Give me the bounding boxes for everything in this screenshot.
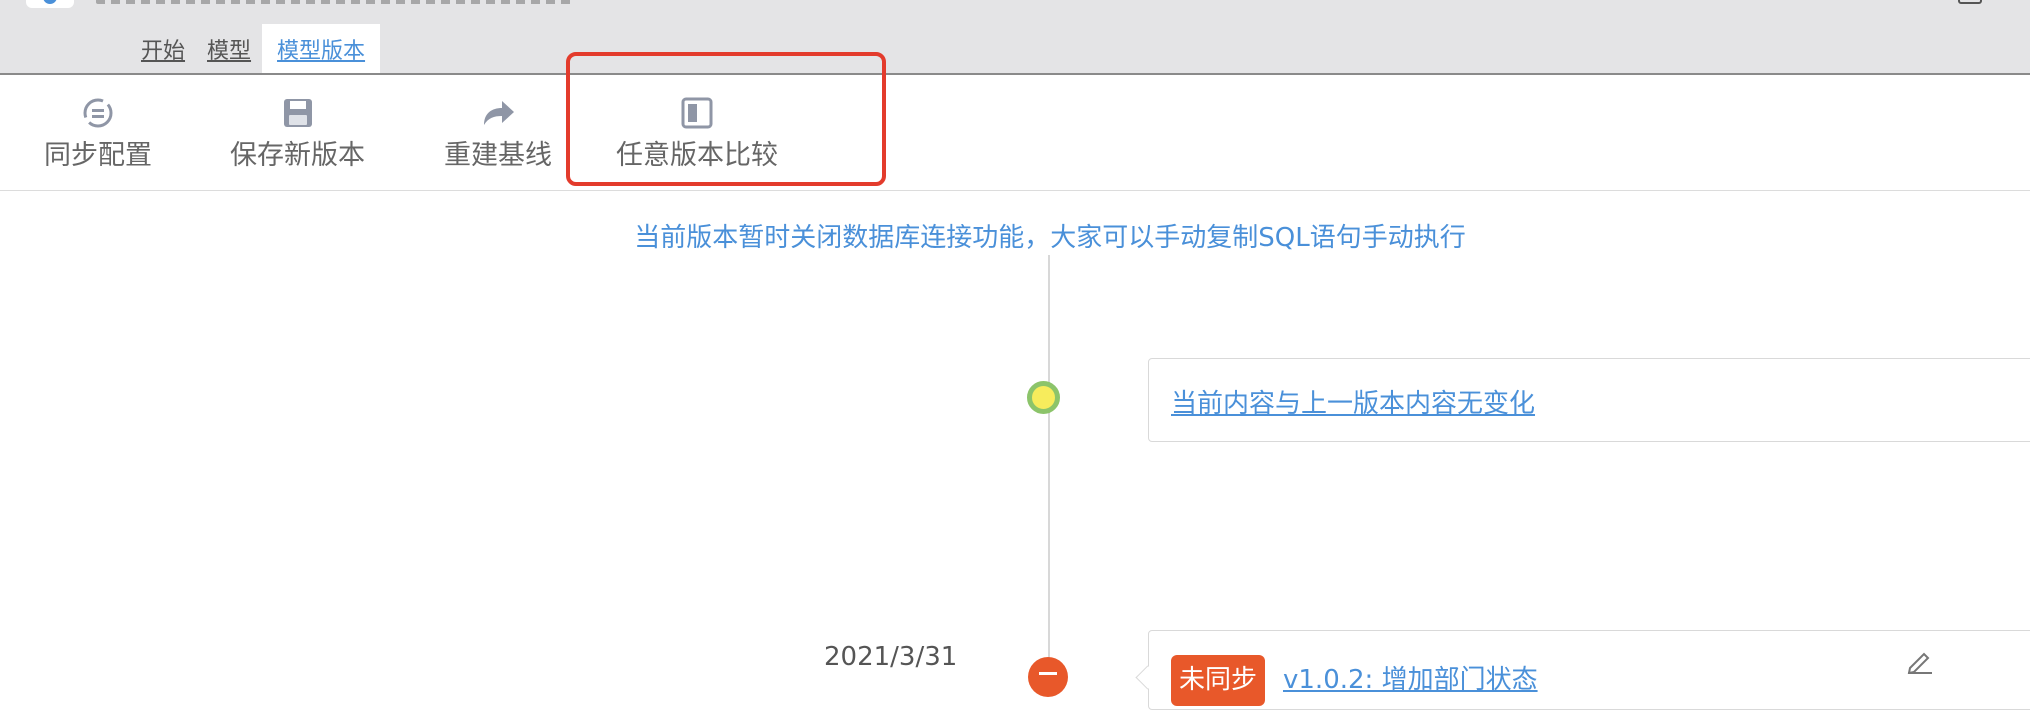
version-date: 2021/3/31 <box>824 642 958 672</box>
window-maximize-button[interactable] <box>1958 0 1982 4</box>
card-pointer <box>1135 665 1160 690</box>
status-badge: 未同步 <box>1171 655 1266 706</box>
sync-config-button[interactable]: 同步配置 <box>44 95 152 172</box>
save-new-version-label: 保存新版本 <box>230 140 365 171</box>
rebuild-baseline-button[interactable]: 重建基线 <box>444 95 552 172</box>
tab-model[interactable]: 模型 <box>196 24 262 73</box>
notice-text: 当前版本暂时关闭数据库连接功能，大家可以手动复制SQL语句手动执行 <box>634 223 1466 253</box>
title-tab-bar: 开始 模型 模型版本 <box>0 0 2030 75</box>
sync-config-label: 同步配置 <box>44 140 152 171</box>
ribbon-toolbar: 同步配置 保存新版本 重建基线 任意版本比较 <box>0 75 2030 191</box>
current-version-dot <box>1027 381 1060 414</box>
version-card: 未同步 v1.0.2: 增加部门状态 <box>1135 630 2030 710</box>
edit-icon[interactable] <box>1906 646 1934 678</box>
version-title-link[interactable]: v1.0.2: 增加部门状态 <box>1283 659 1538 696</box>
window-title <box>96 0 576 4</box>
timeline-line <box>1048 255 1050 695</box>
version-collapse-toggle[interactable] <box>1028 657 1068 697</box>
redo-icon <box>480 95 516 131</box>
main-tabs: 开始 模型 模型版本 <box>130 24 381 73</box>
rebuild-baseline-label: 重建基线 <box>444 140 552 171</box>
highlight-box <box>566 52 886 186</box>
sync-icon <box>81 95 115 131</box>
current-diff-link[interactable]: 当前内容与上一版本内容无变化 <box>1171 383 1535 420</box>
current-version-card: 当前内容与上一版本内容无变化 <box>1148 358 2030 442</box>
tab-start[interactable]: 开始 <box>130 24 196 73</box>
save-icon <box>282 95 314 131</box>
save-new-version-button[interactable]: 保存新版本 <box>230 95 365 172</box>
tab-model-version[interactable]: 模型版本 <box>262 24 381 73</box>
app-logo <box>26 0 74 8</box>
